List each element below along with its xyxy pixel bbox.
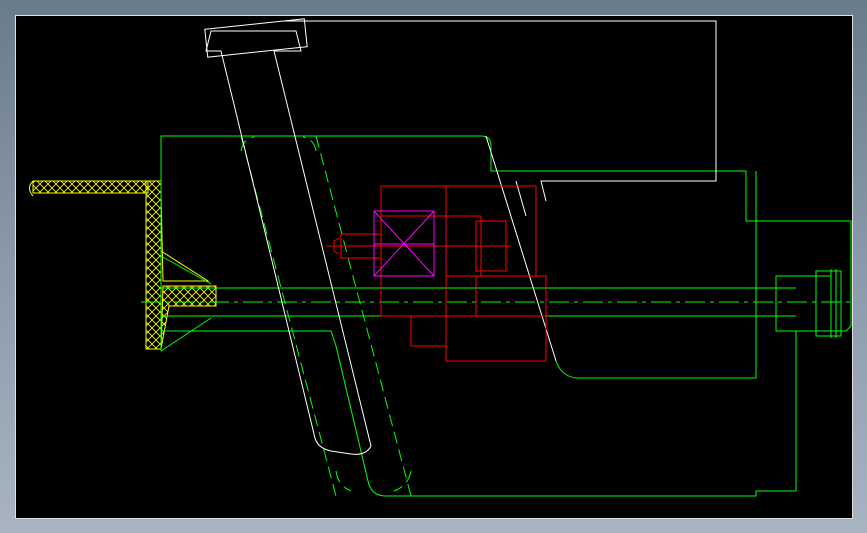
- magenta-detail: [374, 211, 434, 276]
- cad-viewport[interactable]: [15, 15, 853, 519]
- white-tool-outline: [205, 19, 716, 454]
- cad-drawing: [16, 16, 852, 518]
- yellow-hatch-wall: [30, 181, 217, 349]
- red-fixture: [326, 186, 546, 361]
